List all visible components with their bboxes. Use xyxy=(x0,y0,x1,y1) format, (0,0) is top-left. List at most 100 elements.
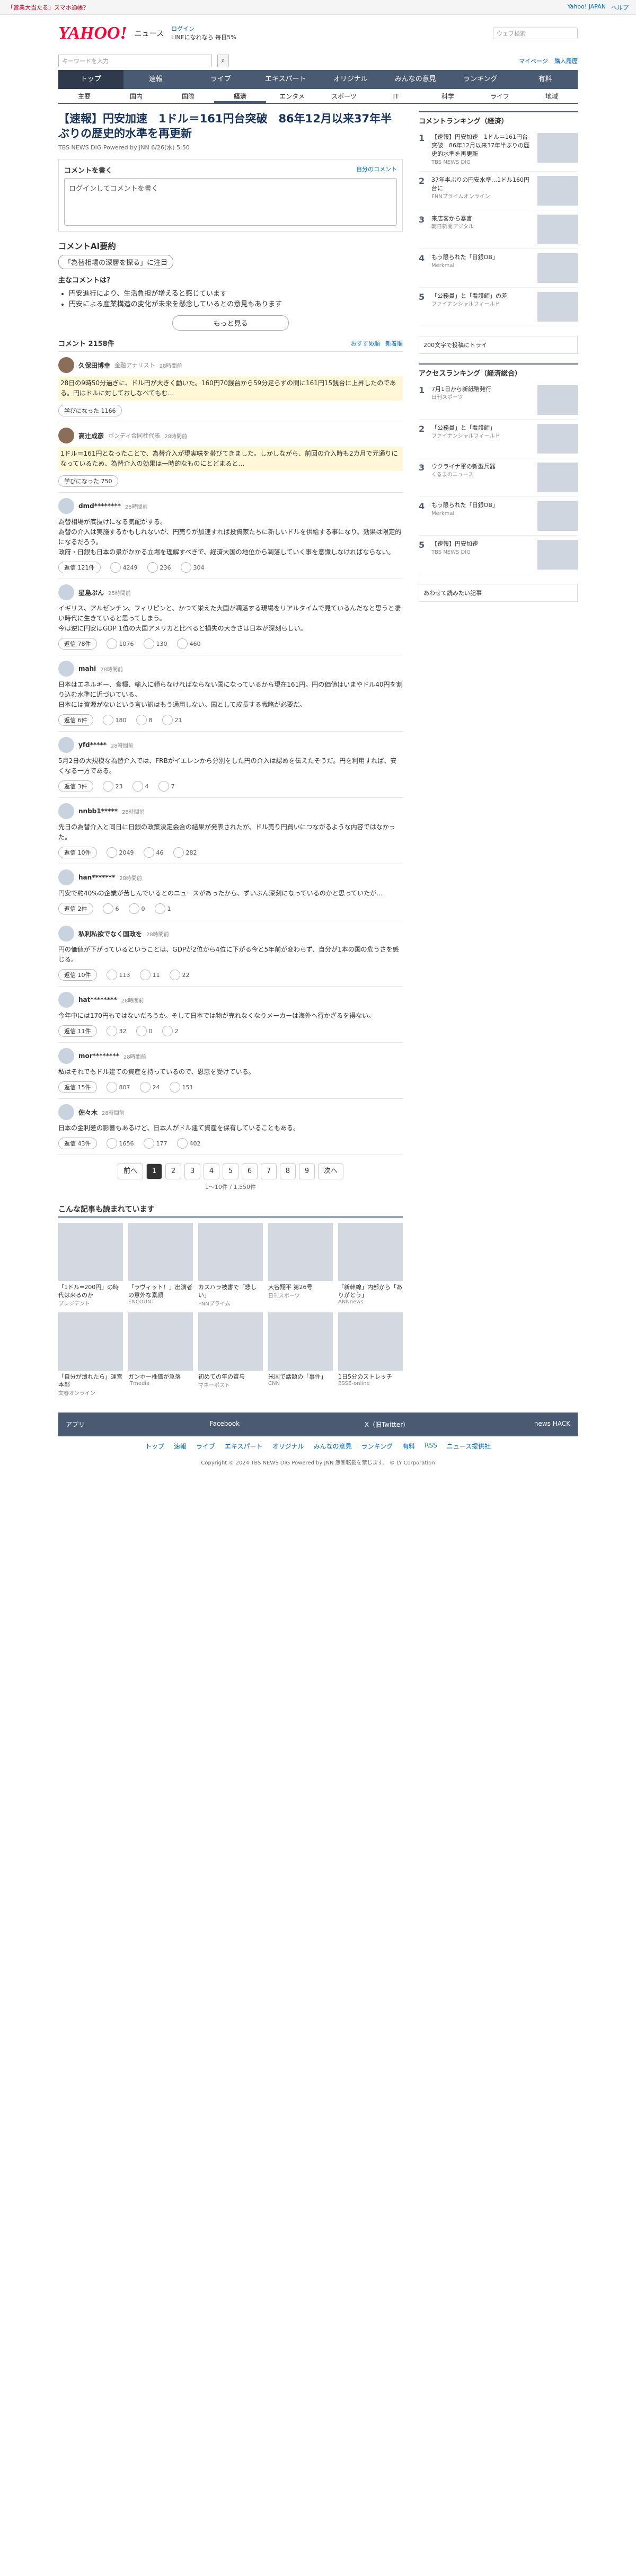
pager-page[interactable]: 5 xyxy=(223,1163,238,1179)
cat-sports[interactable]: スポーツ xyxy=(318,89,370,103)
avatar[interactable] xyxy=(58,498,74,514)
ranking-thumbnail[interactable] xyxy=(537,501,578,531)
disagree-vote[interactable]: 11 xyxy=(139,970,160,980)
neutral-vote[interactable]: 460 xyxy=(176,638,201,649)
comment-user[interactable]: 佐々木 xyxy=(78,1108,98,1117)
ranking-item[interactable]: 4 もう限られた「日銀OB」 Merkmal xyxy=(419,497,578,536)
my-comments-link[interactable]: 自分のコメント xyxy=(356,165,397,175)
agree-vote[interactable]: 1076 xyxy=(106,638,134,649)
footer-nav-link[interactable]: オリジナル xyxy=(272,1442,304,1451)
reply-button[interactable]: 返信 10件 xyxy=(58,847,97,858)
comment-user[interactable]: 星島ぷん xyxy=(78,588,104,597)
footer-nav-link[interactable]: ライブ xyxy=(196,1442,215,1451)
reply-button[interactable]: 返信 121件 xyxy=(58,562,101,573)
reply-button[interactable]: 返信 15件 xyxy=(58,1081,97,1093)
ranking-item[interactable]: 5 【速報】円安加速 TBS NEWS DIG xyxy=(419,536,578,574)
nav-paid[interactable]: 有料 xyxy=(513,70,578,89)
related-item[interactable]: 「自分が潰れたら」運営本部 文春オンライン xyxy=(58,1312,123,1397)
login-link[interactable]: ログイン xyxy=(171,25,195,32)
related-headline[interactable]: カスハラ被害で「悲しい」 xyxy=(198,1283,263,1299)
related-thumbnail[interactable] xyxy=(128,1312,193,1371)
sort-recommended[interactable]: おすすめ順 xyxy=(351,339,380,348)
related-headline[interactable]: 大谷翔平 第26号 xyxy=(268,1283,333,1291)
ranking-headline[interactable]: ウクライナ軍の新型兵器 xyxy=(431,463,533,471)
disagree-vote[interactable]: 24 xyxy=(139,1082,160,1092)
related-thumbnail[interactable] xyxy=(128,1223,193,1281)
avatar[interactable] xyxy=(58,869,74,885)
footer-newshack[interactable]: news HACK xyxy=(534,1420,570,1429)
ranking-thumbnail[interactable] xyxy=(537,292,578,322)
reply-button[interactable]: 返信 78件 xyxy=(58,638,97,650)
nav-ranking[interactable]: ランキング xyxy=(448,70,513,89)
comment-user[interactable]: 高辻成彦 xyxy=(78,431,104,440)
ai-more-button[interactable]: もっと見る xyxy=(172,315,289,331)
ranking-item[interactable]: 4 もう限られた「日銀OB」 Merkmal xyxy=(419,249,578,288)
ranking-item[interactable]: 5 「公務員」と「看護師」の差 ファイナンシャルフィールド xyxy=(419,288,578,326)
ranking-item[interactable]: 3 来店客から暴言 朝日新聞デジタル xyxy=(419,210,578,249)
disagree-vote[interactable]: 46 xyxy=(143,847,164,858)
neutral-vote[interactable]: 151 xyxy=(169,1082,193,1092)
disagree-vote[interactable]: 236 xyxy=(147,562,171,573)
related-headline[interactable]: 初めての年の賞与 xyxy=(198,1373,263,1381)
cat-economy[interactable]: 経済 xyxy=(214,89,266,103)
article-title[interactable]: 【速報】円安加速 1ドル＝161円台突破 86年12月以来37年半ぶりの歴史的水… xyxy=(58,111,403,141)
related-thumbnail[interactable] xyxy=(198,1223,263,1281)
avatar[interactable] xyxy=(58,1048,74,1064)
pager-page[interactable]: 7 xyxy=(261,1163,277,1179)
comment-user[interactable]: mor******** xyxy=(78,1052,119,1060)
footer-x[interactable]: X（旧Twitter） xyxy=(365,1420,409,1429)
related-thumbnail[interactable] xyxy=(338,1223,403,1281)
neutral-vote[interactable]: 1 xyxy=(154,903,171,914)
footer-app[interactable]: アプリ xyxy=(66,1420,85,1429)
pager-page[interactable]: 3 xyxy=(184,1163,200,1179)
related-headline[interactable]: 「ラヴィット！」出演者の意外な素顔 xyxy=(128,1283,193,1299)
related-item[interactable]: 「ラヴィット！」出演者の意外な素顔 ENCOUNT xyxy=(128,1223,193,1307)
nav-original[interactable]: オリジナル xyxy=(318,70,383,89)
learned-button[interactable]: 学びになった 1166 xyxy=(58,405,122,416)
ranking-thumbnail[interactable] xyxy=(537,215,578,244)
ranking-item[interactable]: 2 「公務員」と「看護師」 ファイナンシャルフィールド xyxy=(419,420,578,458)
avatar[interactable] xyxy=(58,357,74,373)
ranking-thumbnail[interactable] xyxy=(537,540,578,570)
neutral-vote[interactable]: 21 xyxy=(162,715,182,725)
related-item[interactable]: 初めての年の賞与 マネーポスト xyxy=(198,1312,263,1397)
cat-ent[interactable]: エンタメ xyxy=(266,89,318,103)
nav-opinion[interactable]: みんなの意見 xyxy=(383,70,448,89)
nav-top[interactable]: トップ xyxy=(58,70,123,89)
ranking-thumbnail[interactable] xyxy=(537,385,578,415)
mypage-link[interactable]: マイページ xyxy=(519,57,548,65)
reply-button[interactable]: 返信 11件 xyxy=(58,1025,97,1037)
comment-user[interactable]: nnbb1***** xyxy=(78,807,118,815)
ranking-item[interactable]: 1 【速報】円安加速 1ドル＝161円台突破 86年12月以来37年半ぶりの歴史的… xyxy=(419,129,578,172)
neutral-vote[interactable]: 22 xyxy=(169,970,190,980)
related-headline[interactable]: ガンホー株価が急落 xyxy=(128,1373,193,1381)
ranking-headline[interactable]: もう限られた「日銀OB」 xyxy=(431,253,533,262)
pager-page[interactable]: 6 xyxy=(242,1163,258,1179)
comment-user[interactable]: yfd***** xyxy=(78,741,107,749)
footer-nav-link[interactable]: トップ xyxy=(145,1442,164,1451)
related-item[interactable]: 米国で話題の「事件」 CNN xyxy=(268,1312,333,1397)
related-headline[interactable]: 「1ドル=200円」の時代は来るのか xyxy=(58,1283,123,1299)
ranking-headline[interactable]: 「公務員」と「看護師」 xyxy=(431,424,533,432)
avatar[interactable] xyxy=(58,584,74,600)
related-headline[interactable]: 「自分が潰れたら」運営本部 xyxy=(58,1373,123,1389)
comment-user[interactable]: mahi xyxy=(78,665,96,672)
ranking-thumbnail[interactable] xyxy=(537,424,578,454)
agree-vote[interactable]: 180 xyxy=(102,715,127,725)
disagree-vote[interactable]: 4 xyxy=(132,781,149,792)
ranking-headline[interactable]: 37年半ぶりの円安水準…1ドル160円台に xyxy=(431,176,533,193)
footer-facebook[interactable]: Facebook xyxy=(210,1420,240,1429)
ranking-headline[interactable]: もう限られた「日銀OB」 xyxy=(431,501,533,510)
pager-page[interactable]: 4 xyxy=(204,1163,219,1179)
cat-science[interactable]: 科学 xyxy=(422,89,474,103)
reply-button[interactable]: 返信 3件 xyxy=(58,780,93,792)
related-headline[interactable]: 米国で話題の「事件」 xyxy=(268,1373,333,1381)
ranking-item[interactable]: 3 ウクライナ軍の新型兵器 くるまのニュース xyxy=(419,458,578,497)
cat-domestic[interactable]: 国内 xyxy=(110,89,162,103)
avatar[interactable] xyxy=(58,926,74,941)
comment-user[interactable]: han******* xyxy=(78,874,115,881)
ranking-thumbnail[interactable] xyxy=(537,176,578,206)
related-headline[interactable]: 1日5分のストレッチ xyxy=(338,1373,403,1381)
disagree-vote[interactable]: 0 xyxy=(136,1026,153,1036)
pager-page[interactable]: 8 xyxy=(280,1163,296,1179)
